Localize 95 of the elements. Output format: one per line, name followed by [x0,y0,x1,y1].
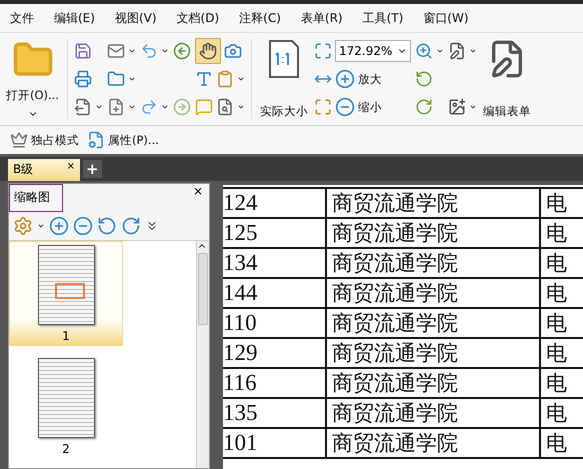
caret-icon [37,222,45,230]
gear-icon [13,216,33,236]
table-cell: 商贸流通学院 [327,279,541,307]
fit-visible-icon [314,98,332,116]
menu-item[interactable]: 工具(T) [362,10,404,26]
caret-icon [436,47,444,55]
table-cell-text: 电 [545,430,568,457]
caret-icon [161,47,169,55]
add-image-icon [448,98,466,116]
table-cell: 134 [223,249,327,277]
fit-page-icon [314,42,332,60]
table-cell: 商贸流通学院 [327,429,541,457]
zoom-out-button[interactable]: 缩小 [335,97,382,117]
properties-button[interactable]: 属性(P)... [87,131,159,149]
table-cell: 商贸流通学院 [327,399,541,427]
zoom-in-button[interactable]: 放大 [335,69,382,89]
redo-icon [140,98,158,116]
table-cell-text: 电 [545,370,568,397]
rotate-right-icon [121,216,141,236]
rotate-right-icon [415,98,433,116]
caret-icon [237,103,245,111]
table-cell: 129 [223,339,327,367]
export-file-icon [74,98,92,116]
rotate-left-icon [97,216,117,236]
page-thumbnail[interactable]: 2 [9,354,123,459]
zoom-out-icon [335,97,355,117]
hand-tool-button[interactable] [195,38,221,64]
actual-size-icon [268,39,300,79]
table-cell: 101 [223,429,327,457]
caret-icon [128,75,136,83]
table-cell-text: 电 [545,250,568,277]
menu-item[interactable]: 文档(D) [176,10,220,26]
rotate-left-icon [415,70,433,88]
menu-item[interactable]: 文件 [10,10,34,26]
zoom-field[interactable]: 172.92% [335,40,411,62]
table-cell-text: 电 [545,280,568,307]
printer-icon [74,70,92,88]
caret-icon [128,47,136,55]
zoom-in-icon [49,216,69,236]
mail-icon [107,42,125,60]
menu-item[interactable]: 表单(R) [300,10,343,26]
panel-title: 缩略图 [9,184,63,212]
crown-icon [10,131,28,149]
scroll-thumb[interactable] [198,253,208,325]
camera-icon [224,42,242,60]
table-cell: 商贸流通学院 [327,369,541,397]
caret-icon [128,103,136,111]
page-thumbnail[interactable]: 1 [9,241,123,346]
table-cell: 110 [223,309,327,337]
table-cell-text: 电 [545,400,568,427]
table-cell: 商贸流通学院 [327,249,541,277]
table-cell: 116 [223,369,327,397]
text-edit-icon [448,42,466,60]
caret-icon [95,103,103,111]
open-button[interactable]: 打开(O)... [4,37,61,121]
actual-size-button[interactable]: 实际大小 [258,37,310,121]
caret-icon [161,103,169,111]
caret-icon [469,47,477,55]
close-button[interactable]: × [192,184,203,198]
menu-item[interactable]: 视图(V) [114,10,157,26]
document-tab[interactable]: B级 × [8,159,80,181]
forward-icon [173,98,191,116]
table-cell-text: 电 [545,190,568,217]
text-select-icon [195,70,213,88]
table-cell: 商贸流通学院 [327,339,541,367]
caret-icon [237,75,245,83]
table-cell: 125 [223,219,327,247]
undo-icon [140,42,158,60]
zoom-out-icon [73,216,93,236]
file-search-icon [216,98,234,116]
comment-icon [195,98,213,116]
table-cell: 商贸流通学院 [327,309,541,337]
edit-form-button[interactable]: 编辑表单 [481,37,533,121]
zoom-icon [415,42,433,60]
table-cell: 144 [223,279,327,307]
new-file-icon [107,98,125,116]
menu-item[interactable]: 窗口(W) [423,10,469,26]
table-cell: 124 [223,189,327,217]
table-cell-text: 电 [545,310,568,337]
new-tab-button[interactable]: + [83,160,102,178]
back-icon [173,42,191,60]
table-cell: 商贸流通学院 [327,219,541,247]
table-cell: 商贸流通学院 [327,189,541,217]
zoom-in-icon [335,69,355,89]
exclusive-mode-button[interactable]: 独占模式 [10,131,79,149]
document-gear-icon [87,131,105,149]
menu-item[interactable]: 注释(C) [239,10,281,26]
save-icon [74,42,92,60]
scrollbar[interactable] [196,241,209,468]
table-cell-text: 电 [545,220,568,247]
menu-item[interactable]: 编辑(E) [54,10,95,26]
caret-icon [469,103,477,111]
table-cell-text: 电 [545,340,568,367]
table-cell: 135 [223,399,327,427]
clipboard-icon [216,70,234,88]
